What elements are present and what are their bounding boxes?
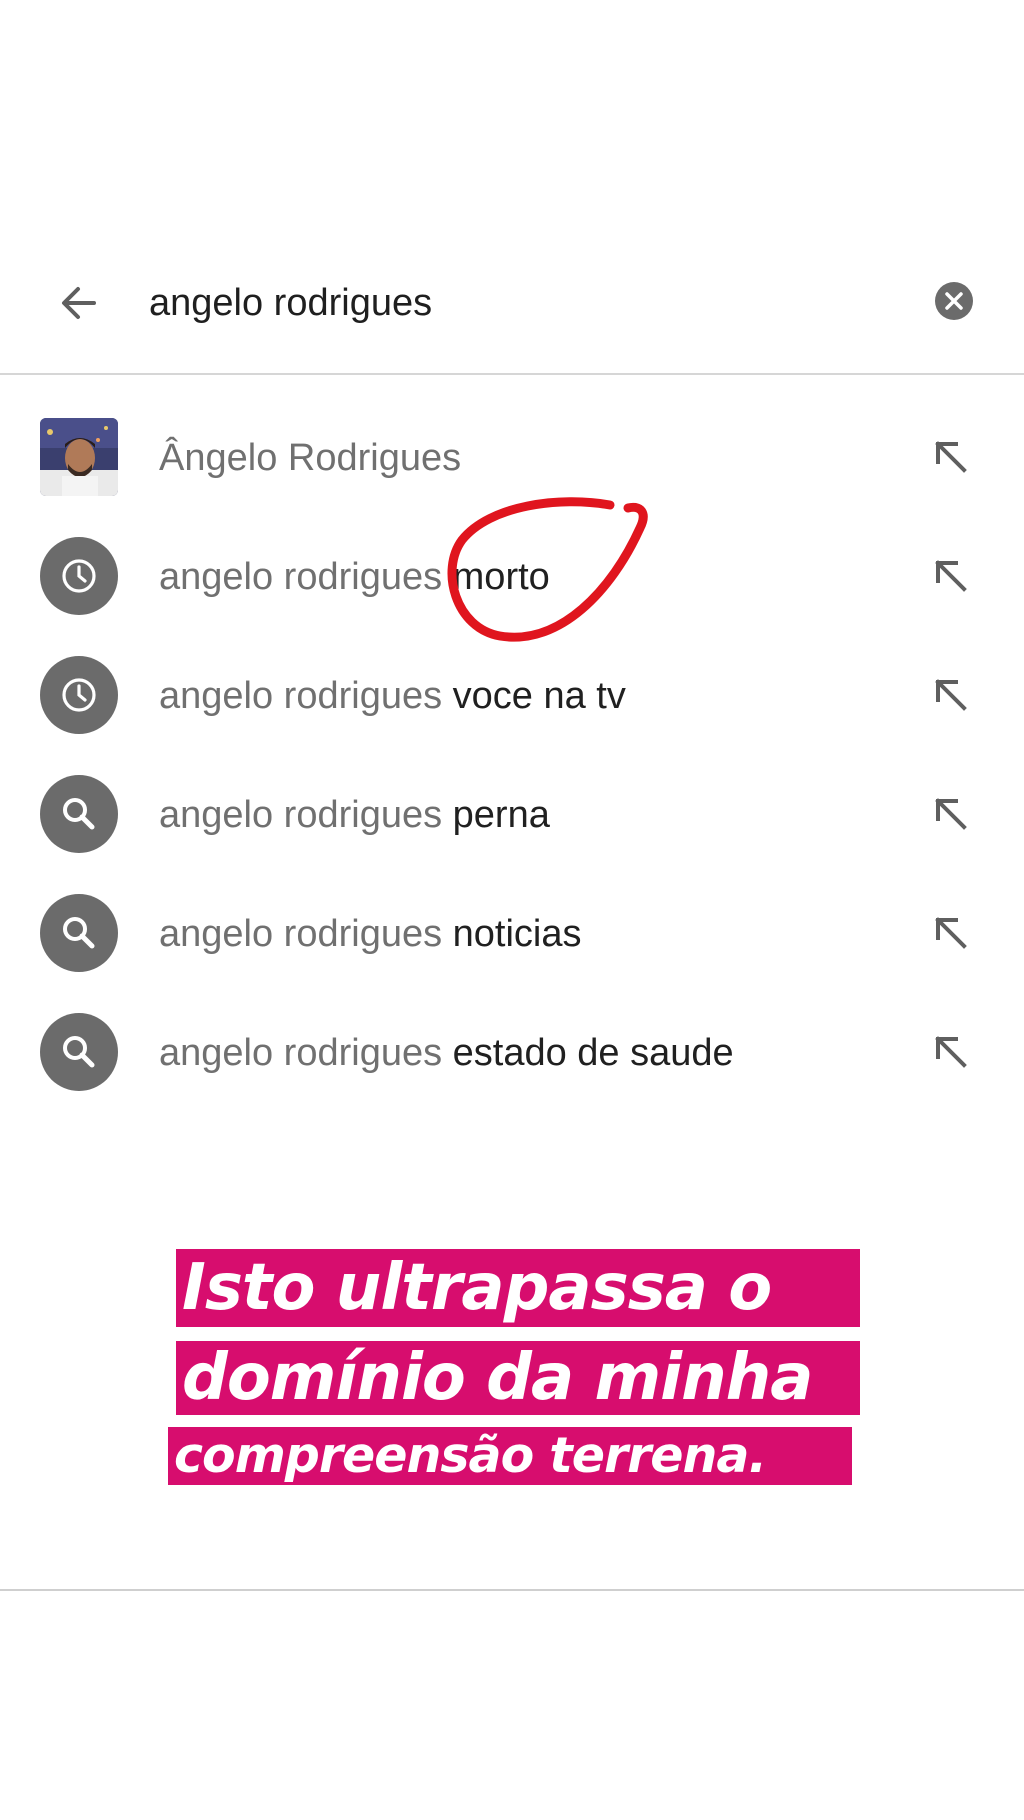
suggestion-row-search[interactable]: angelo rodrigues noticias xyxy=(0,874,1024,992)
suggestion-suffix: noticias xyxy=(442,913,582,955)
search-icon xyxy=(40,1013,118,1091)
suggestion-row-search[interactable]: angelo rodrigues estado de saude xyxy=(0,993,1024,1111)
suggestion-row-history[interactable]: angelo rodrigues morto xyxy=(0,517,1024,635)
suggestion-suffix: estado de saude xyxy=(442,1032,734,1074)
suggestion-row-search[interactable]: angelo rodrigues perna xyxy=(0,755,1024,873)
search-icon xyxy=(40,894,118,972)
suggestion-prefix: angelo rodrigues xyxy=(159,675,443,717)
suggestion-prefix: angelo rodrigues xyxy=(159,1032,443,1074)
fill-query-arrow-icon[interactable] xyxy=(928,434,972,478)
search-bar: angelo rodrigues xyxy=(0,240,1024,375)
fill-query-arrow-icon[interactable] xyxy=(928,672,972,716)
search-icon xyxy=(40,775,118,853)
caption-line: domínio da minha xyxy=(176,1341,860,1415)
suggestion-prefix: angelo rodrigues xyxy=(159,794,443,836)
suggestion-label: Ângelo Rodrigues xyxy=(159,436,461,480)
fill-query-arrow-icon[interactable] xyxy=(928,1029,972,1073)
suggestion-row-history[interactable]: angelo rodrigues voce na tv xyxy=(0,636,1024,754)
suggestion-row-profile[interactable]: Ângelo Rodrigues xyxy=(0,398,1024,516)
clock-icon xyxy=(40,537,118,615)
search-input[interactable]: angelo rodrigues xyxy=(149,280,432,326)
arrow-left-icon[interactable] xyxy=(54,278,104,328)
avatar xyxy=(40,418,118,496)
caption-line: Isto ultrapassa o xyxy=(176,1249,860,1327)
suggestion-prefix: Ângelo Rodrigues xyxy=(159,437,462,479)
suggestion-prefix: angelo rodrigues xyxy=(159,913,443,955)
suggestion-suffix: perna xyxy=(442,794,550,836)
fill-query-arrow-icon[interactable] xyxy=(928,910,972,954)
divider xyxy=(0,1589,1024,1591)
clock-icon xyxy=(40,656,118,734)
suggestion-label: angelo rodrigues voce na tv xyxy=(159,674,626,718)
suggestion-label: angelo rodrigues perna xyxy=(159,793,550,837)
suggestion-prefix: angelo rodrigues xyxy=(159,556,443,598)
suggestion-label: angelo rodrigues noticias xyxy=(159,912,582,956)
suggestion-suffix: morto xyxy=(442,556,550,598)
fill-query-arrow-icon[interactable] xyxy=(928,791,972,835)
suggestion-label: angelo rodrigues morto xyxy=(159,555,550,599)
suggestion-suffix: voce na tv xyxy=(442,675,626,717)
fill-query-arrow-icon[interactable] xyxy=(928,553,972,597)
caption-line: compreensão terrena. xyxy=(168,1427,852,1485)
clear-circle-icon[interactable] xyxy=(934,281,974,321)
suggestion-label: angelo rodrigues estado de saude xyxy=(159,1031,734,1075)
